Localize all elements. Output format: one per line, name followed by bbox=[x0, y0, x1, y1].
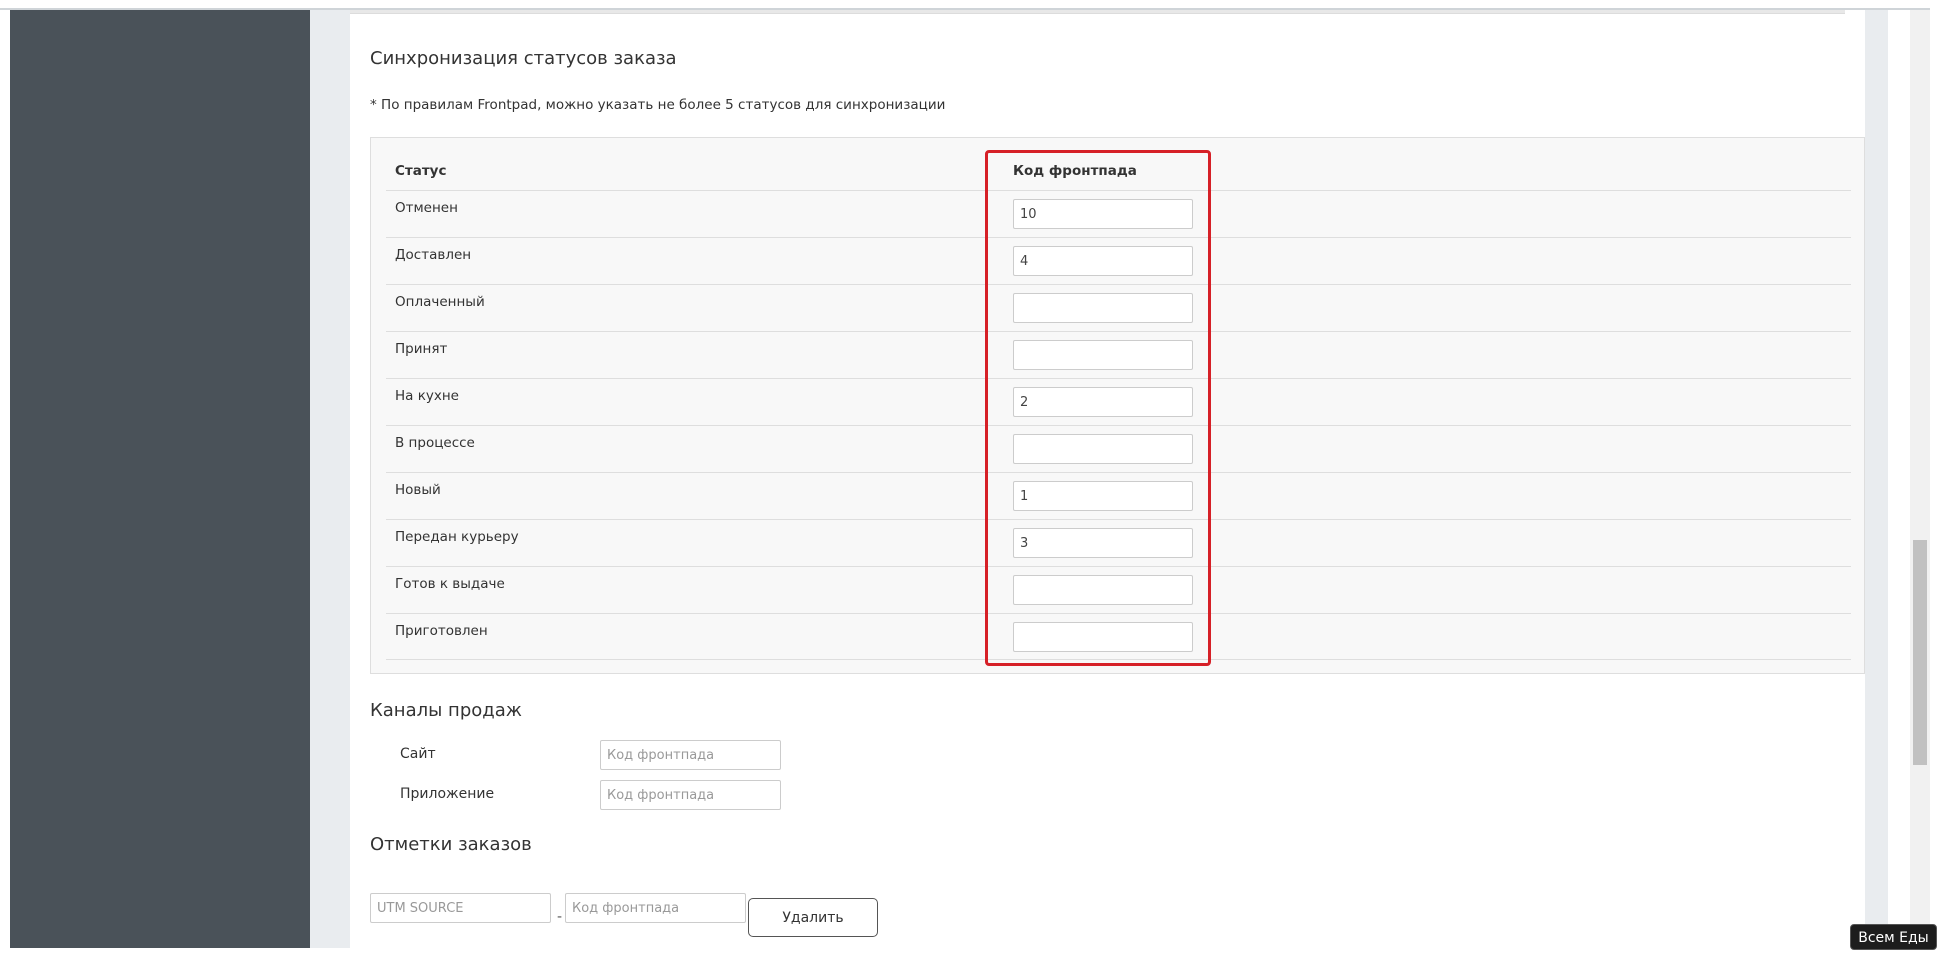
channel-label-site: Сайт bbox=[400, 746, 436, 762]
status-label: Приготовлен bbox=[395, 623, 488, 639]
table-row: На кухне bbox=[386, 378, 1851, 425]
separator-dash: - bbox=[557, 909, 563, 925]
table-row: Новый bbox=[386, 472, 1851, 519]
table-row: Оплаченный bbox=[386, 284, 1851, 331]
status-label: Новый bbox=[395, 482, 441, 498]
status-label: Готов к выдаче bbox=[395, 576, 505, 592]
previous-card-edge bbox=[350, 10, 1845, 14]
main-area: Синхронизация статусов заказа * По прави… bbox=[310, 10, 1888, 948]
frontpad-code-input[interactable] bbox=[1013, 199, 1193, 229]
status-label: Доставлен bbox=[395, 247, 472, 263]
sales-channels-title: Каналы продаж bbox=[370, 700, 522, 721]
order-mark-code-input[interactable] bbox=[565, 893, 746, 923]
frontpad-code-input[interactable] bbox=[1013, 622, 1193, 652]
status-label: На кухне bbox=[395, 388, 459, 404]
table-row: Доставлен bbox=[386, 237, 1851, 284]
column-header-status: Статус bbox=[395, 163, 447, 179]
table-row: Передан курьеру bbox=[386, 519, 1851, 566]
frontpad-code-input[interactable] bbox=[1013, 293, 1193, 323]
frontpad-code-input[interactable] bbox=[1013, 340, 1193, 370]
table-row: Готов к выдаче bbox=[386, 566, 1851, 613]
column-header-code: Код фронтпада bbox=[1013, 163, 1137, 179]
channel-site-code-input[interactable] bbox=[600, 740, 781, 770]
frontpad-code-input[interactable] bbox=[1013, 481, 1193, 511]
frontpad-code-input[interactable] bbox=[1013, 387, 1193, 417]
sidebar bbox=[10, 10, 310, 948]
delete-button[interactable]: Удалить bbox=[748, 898, 878, 937]
content-panel: Синхронизация статусов заказа * По прави… bbox=[350, 10, 1865, 948]
bottom-strip bbox=[0, 948, 1940, 957]
status-sync-title: Синхронизация статусов заказа bbox=[370, 48, 677, 69]
channel-label-app: Приложение bbox=[400, 786, 495, 802]
table-row: В процессе bbox=[386, 425, 1851, 472]
order-marks-title: Отметки заказов bbox=[370, 834, 532, 855]
utm-source-input[interactable] bbox=[370, 893, 551, 923]
status-label: Передан курьеру bbox=[395, 529, 519, 545]
frontpad-code-input[interactable] bbox=[1013, 575, 1193, 605]
frontpad-code-input[interactable] bbox=[1013, 528, 1193, 558]
status-sync-table: Статус Код фронтпада Отменен Доставлен О… bbox=[370, 137, 1865, 674]
status-sync-note: * По правилам Frontpad, можно указать не… bbox=[370, 97, 946, 113]
app-window: Синхронизация статусов заказа * По прави… bbox=[0, 0, 1940, 957]
channel-app-code-input[interactable] bbox=[600, 780, 781, 810]
app-badge: Всем Еды bbox=[1850, 924, 1937, 950]
table-row: Отменен bbox=[386, 190, 1851, 237]
status-label: Принят bbox=[395, 341, 448, 357]
scrollbar-thumb[interactable] bbox=[1913, 540, 1927, 765]
status-label: Оплаченный bbox=[395, 294, 485, 310]
status-label: Отменен bbox=[395, 200, 458, 216]
frontpad-code-input[interactable] bbox=[1013, 246, 1193, 276]
table-row: Принят bbox=[386, 331, 1851, 378]
status-label: В процессе bbox=[395, 435, 475, 451]
table-row: Приготовлен bbox=[386, 613, 1851, 660]
page-scrollbar[interactable] bbox=[1910, 10, 1930, 948]
frontpad-code-input[interactable] bbox=[1013, 434, 1193, 464]
